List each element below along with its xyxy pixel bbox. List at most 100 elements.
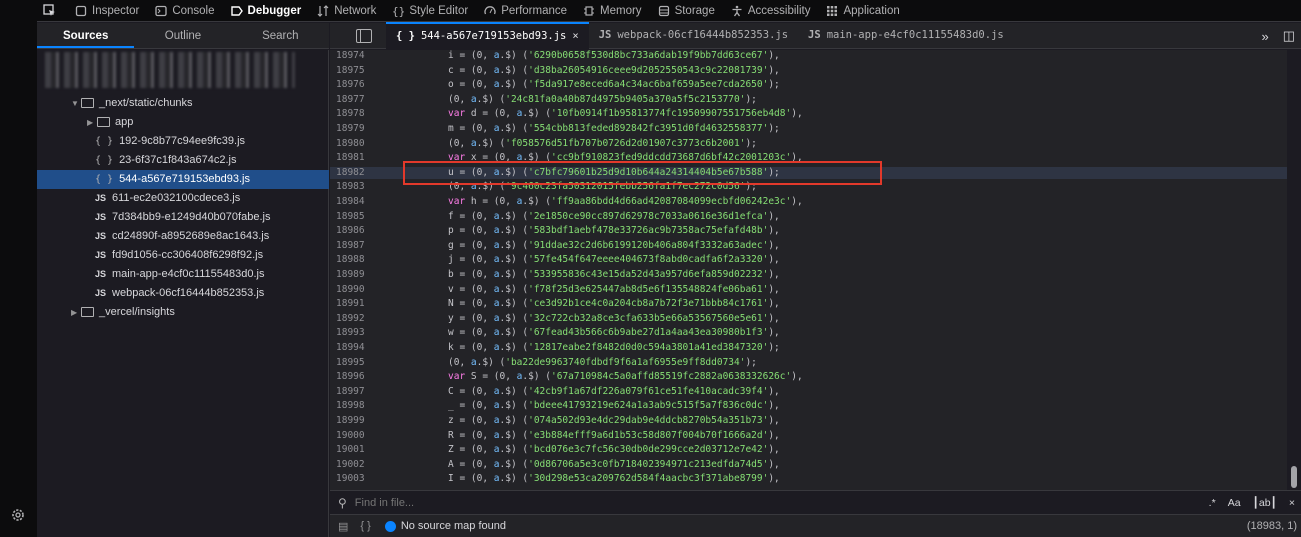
settings-gear-icon[interactable] [10,507,26,523]
collapsed-arrow-icon[interactable]: ▶ [71,303,81,322]
code-line[interactable]: 18995 (0, a.$) ('ba22de9963740fdbdf9f6a1a… [330,357,1287,369]
line-number[interactable]: 19000 [336,430,370,442]
line-number[interactable]: 18981 [336,152,370,164]
tab-inspector[interactable]: Inspector [67,0,147,22]
line-number[interactable]: 18990 [336,284,370,296]
code-line[interactable]: 18979 m = (0, a.$) ('554cbb813feded892842… [330,123,1287,135]
line-number[interactable]: 18978 [336,108,370,120]
tree-folder[interactable]: ▶ _vercel/insights [37,303,329,322]
line-number[interactable]: 18980 [336,138,370,150]
pretty-print-icon[interactable]: ▤ [338,520,348,533]
expanded-arrow-icon[interactable]: ▼ [71,94,81,113]
code-line[interactable]: 18997 C = (0, a.$) ('42cb9f1a67df226a079f… [330,386,1287,398]
close-find-button[interactable]: × [1289,497,1295,509]
tree-folder[interactable]: ▼ _next/static/chunks [37,94,329,113]
line-number[interactable]: 18989 [336,269,370,281]
tab-network[interactable]: Network [309,0,384,22]
code-line[interactable]: 18980 (0, a.$) ('f058576d51fb707b0726d2d0… [330,138,1287,150]
tree-file[interactable]: JS cd24890f-a8952689e8ac1643.js [37,227,329,246]
code-line[interactable]: 18975 c = (0, a.$) ('d38ba26054916ceee9d2… [330,65,1287,77]
line-number[interactable]: 18985 [336,211,370,223]
line-number[interactable]: 19001 [336,444,370,456]
line-number[interactable]: 18991 [336,298,370,310]
line-number[interactable]: 18988 [336,254,370,266]
tree-file[interactable]: { } 23-6f37c1f843a674c2.js [37,151,329,170]
code-line[interactable]: 18985 f = (0, a.$) ('2e1850ce90cc897d6297… [330,211,1287,223]
tab-storage[interactable]: Storage [650,0,723,22]
line-number[interactable]: 18983 [336,181,370,193]
tab-debugger[interactable]: Debugger [223,0,310,22]
tab-performance[interactable]: Performance [476,0,575,22]
line-number[interactable]: 18974 [336,50,370,62]
tree-folder[interactable]: ▶ app [37,113,329,132]
code-line[interactable]: 18978 var d = (0, a.$) ('10fb0914f1b95813… [330,108,1287,120]
line-number[interactable]: 18975 [336,65,370,77]
tree-file[interactable]: JS 7d384bb9-e1249d40b070fabe.js [37,208,329,227]
line-number[interactable]: 18999 [336,415,370,427]
code-line[interactable]: 18992 y = (0, a.$) ('32c722cb32a8ce3cfa63… [330,313,1287,325]
code-line[interactable]: 18987 g = (0, a.$) ('91ddae32c2d6b6199120… [330,240,1287,252]
find-in-file-input[interactable] [352,495,1057,510]
tab-console[interactable]: Console [147,0,222,22]
code-line[interactable]: 18976 o = (0, a.$) ('f5da917e8eced6a4c34a… [330,79,1287,91]
code-line[interactable]: 18994 k = (0, a.$) ('12817eabe2f8482d0d0c… [330,342,1287,354]
code-line[interactable]: 18974 i = (0, a.$) ('6290b0658f530d8bc733… [330,50,1287,62]
code-line[interactable]: 18990 v = (0, a.$) ('f78f25d3e625447ab8d5… [330,284,1287,296]
code-line[interactable]: 18998 _ = (0, a.$) ('bdeee41793219e624a1a… [330,400,1287,412]
scrollbar-thumb[interactable] [1291,466,1297,488]
line-number[interactable]: 18977 [336,94,370,106]
editor-tab[interactable]: JS webpack-06cf16444b852353.js [589,22,798,48]
source-map-status[interactable]: No source map found [384,520,506,532]
code-line[interactable]: 18988 j = (0, a.$) ('57fe454f647eeee40467… [330,254,1287,266]
tree-file[interactable]: { } 544-a567e719153ebd93.js [37,170,329,189]
code-line[interactable]: 18989 b = (0, a.$) ('533955836c43e15da52d… [330,269,1287,281]
line-number[interactable]: 18976 [336,79,370,91]
tab-style-editor[interactable]: {} Style Editor [384,0,476,22]
line-number[interactable]: 18996 [336,371,370,383]
editor-tab[interactable]: JS main-app-e4cf0c11155483d0.js [798,22,1014,48]
tab-application[interactable]: Application [818,0,907,22]
code-line[interactable]: 18996 var S = (0, a.$) ('67a710984c5a0aff… [330,371,1287,383]
tab-accessibility[interactable]: Accessibility [723,0,819,22]
scrollbar-track[interactable] [1287,50,1301,490]
line-number[interactable]: 18993 [336,327,370,339]
code-line[interactable]: 18999 z = (0, a.$) ('074a502d93e4dc29dab9… [330,415,1287,427]
code-line[interactable]: 18984 var h = (0, a.$) ('ff9aa86bdd4d66ad… [330,196,1287,208]
blackbox-icon[interactable]: { } [360,520,370,532]
code-line[interactable]: 19002 A = (0, a.$) ('0d86706a5e3c0fb71840… [330,459,1287,471]
line-number[interactable]: 18986 [336,225,370,237]
code-editor[interactable]: 18974 i = (0, a.$) ('6290b0658f530d8bc733… [330,50,1287,490]
tab-memory[interactable]: Memory [575,0,650,22]
code-line[interactable]: 18986 p = (0, a.$) ('583bdf1aebf478e33726… [330,225,1287,237]
code-line[interactable]: 18993 w = (0, a.$) ('67fead43b566c6b9abe2… [330,327,1287,339]
line-number[interactable]: 18987 [336,240,370,252]
more-tabs-icon[interactable]: » [1261,29,1268,44]
tab-sources[interactable]: Sources [37,23,135,48]
regex-toggle[interactable]: .* [1209,497,1216,509]
editor-tab[interactable]: { } 544-a567e719153ebd93.js × [386,21,589,50]
line-number[interactable]: 19003 [336,473,370,485]
code-line[interactable]: 19003 I = (0, a.$) ('30d298e53ca209762d58… [330,473,1287,485]
line-number[interactable]: 18984 [336,196,370,208]
line-number[interactable]: 18998 [336,400,370,412]
close-tab-icon[interactable]: × [572,30,578,42]
code-line[interactable]: 18991 N = (0, a.$) ('ce3d92b1ce4c0a204cb8… [330,298,1287,310]
code-line[interactable]: 19001 Z = (0, a.$) ('bcd076e3c7fc56c30db0… [330,444,1287,456]
line-number[interactable]: 18982 [336,167,370,179]
tab-search[interactable]: Search [232,23,329,48]
collapsed-arrow-icon[interactable]: ▶ [87,113,97,132]
line-number[interactable]: 18979 [336,123,370,135]
code-line[interactable]: 19000 R = (0, a.$) ('e3b884efff9a6d1b53c5… [330,430,1287,442]
tree-file[interactable]: JS 611-ec2e032100cdece3.js [37,189,329,208]
tree-file[interactable]: JS main-app-e4cf0c11155483d0.js [37,265,329,284]
element-picker-button[interactable] [37,0,67,22]
tree-file[interactable]: JS fd9d1056-cc306408f6298f92.js [37,246,329,265]
line-number[interactable]: 18995 [336,357,370,369]
line-number[interactable]: 18992 [336,313,370,325]
line-number[interactable]: 19002 [336,459,370,471]
line-number[interactable]: 18997 [336,386,370,398]
toggle-panel-icon[interactable]: ◫ [1283,28,1295,44]
toggle-sidebar-icon[interactable] [356,28,372,43]
code-line[interactable]: 18977 (0, a.$) ('24c81fa0a40b87d4975b9405… [330,94,1287,106]
tab-outline[interactable]: Outline [134,23,231,48]
